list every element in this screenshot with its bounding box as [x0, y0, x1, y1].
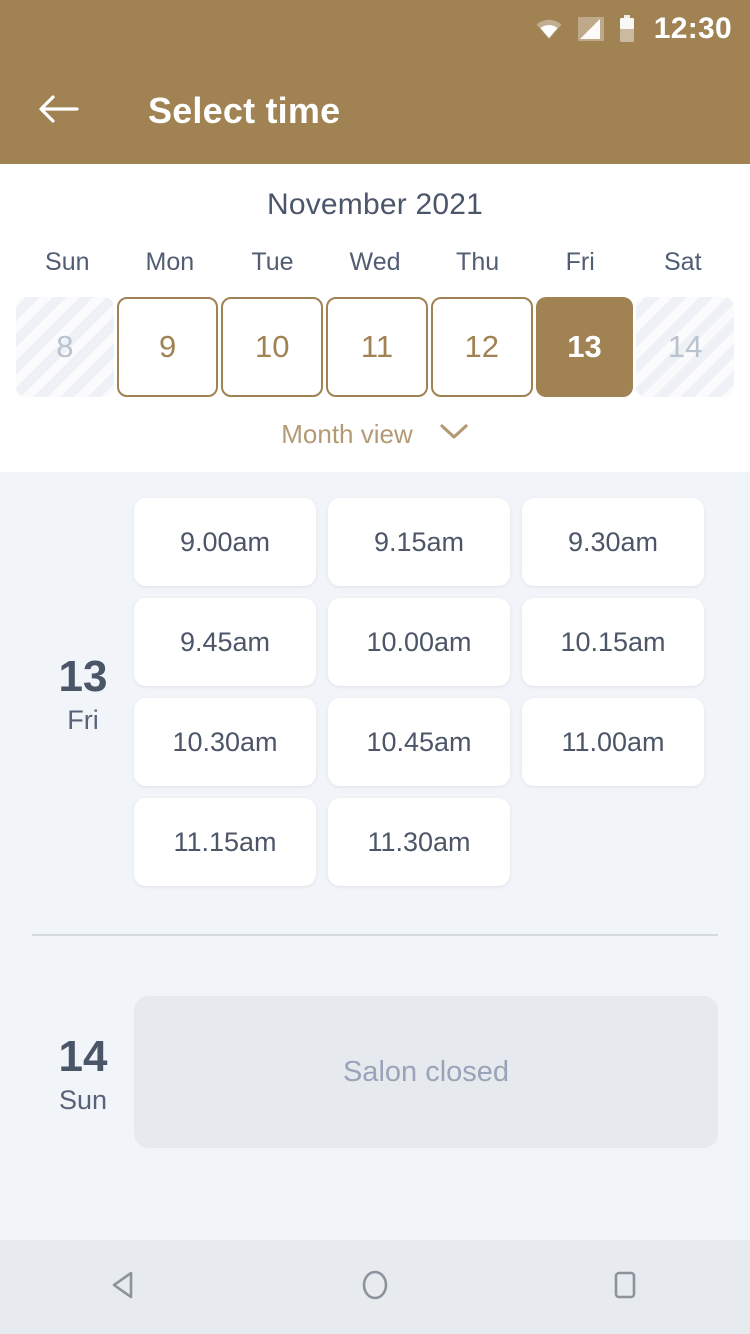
- weekday-label-mon: Mon: [145, 248, 195, 276]
- time-slot[interactable]: 10.15am: [522, 598, 704, 686]
- schedule-day-weekday: Fri: [67, 704, 99, 735]
- calendar-day-13[interactable]: 13: [535, 297, 634, 397]
- schedule-day-number: 13: [58, 652, 108, 702]
- time-slot[interactable]: 10.30am: [134, 698, 316, 786]
- weekday-label-tue: Tue: [251, 248, 294, 276]
- time-slot[interactable]: 9.30am: [522, 498, 704, 586]
- time-slot[interactable]: 9.45am: [134, 598, 316, 686]
- status-bar-clock: 12:30: [653, 12, 732, 45]
- schedule-day-label-13: 13 Fri: [32, 498, 134, 886]
- calendar-day-12[interactable]: 12: [430, 297, 533, 397]
- wifi-icon: [534, 17, 564, 41]
- month-view-toggle[interactable]: Month view: [0, 419, 750, 450]
- nav-home-button[interactable]: [327, 1240, 423, 1334]
- phone-screen: 12:30 Select time November 2021 Sun Mon …: [0, 0, 750, 1334]
- battery-icon: [618, 15, 636, 43]
- weekday-label-fri: Fri: [565, 248, 595, 276]
- weekday-label-thu: Thu: [456, 248, 500, 276]
- calendar-day-9[interactable]: 9: [116, 297, 219, 397]
- time-slot[interactable]: 9.15am: [328, 498, 510, 586]
- chevron-down-icon: [439, 423, 469, 446]
- month-view-label: Month view: [281, 419, 413, 449]
- time-slot[interactable]: 10.45am: [328, 698, 510, 786]
- time-slot[interactable]: 11.15am: [134, 798, 316, 886]
- back-triangle-icon: [106, 1266, 144, 1309]
- time-slot[interactable]: 11.00am: [522, 698, 704, 786]
- schedule-group-13: 13 Fri 9.00am 9.15am 9.30am 9.45am 10.00…: [0, 498, 750, 886]
- recents-square-icon: [606, 1266, 644, 1309]
- home-circle-icon: [356, 1266, 394, 1309]
- weekday-label-wed: Wed: [349, 248, 401, 276]
- schedule-list: 13 Fri 9.00am 9.15am 9.30am 9.45am 10.00…: [0, 472, 750, 1240]
- nav-back-button[interactable]: [77, 1240, 173, 1334]
- weekday-label-sat: Sat: [663, 248, 702, 276]
- salon-closed-card: Salon closed: [134, 996, 718, 1148]
- weekday-label-sun: Sun: [45, 248, 90, 276]
- schedule-day-number: 14: [58, 1032, 108, 1082]
- calendar-day-10[interactable]: 10: [221, 297, 324, 397]
- calendar-day-8: 8: [16, 297, 114, 397]
- page-title: Select time: [148, 90, 341, 131]
- calendar-day-row: 8 9 10 11 12 13 14: [0, 297, 750, 397]
- calendar-panel: November 2021 Sun Mon Tue Wed Thu Fri Sa…: [0, 164, 750, 472]
- schedule-day-weekday: Sun: [58, 1084, 108, 1115]
- schedule-group-14: 14 Sun Salon closed: [0, 996, 750, 1148]
- calendar-day-14: 14: [636, 297, 735, 397]
- back-arrow-icon: [38, 92, 80, 131]
- calendar-day-11[interactable]: 11: [326, 297, 428, 397]
- cellular-signal-icon: [577, 17, 604, 41]
- calendar-weekday-row: Sun Mon Tue Wed Thu Fri Sat: [0, 248, 750, 277]
- status-bar: 12:30: [0, 0, 750, 58]
- time-slot[interactable]: 11.30am: [328, 798, 510, 886]
- schedule-divider: [32, 934, 718, 936]
- schedule-day-label-14: 14 Sun: [32, 996, 134, 1148]
- time-slot[interactable]: 9.00am: [134, 498, 316, 586]
- android-nav-bar: [0, 1240, 750, 1334]
- time-slot[interactable]: 10.00am: [328, 598, 510, 686]
- calendar-month-title: November 2021: [266, 188, 484, 221]
- app-bar: Select time: [0, 58, 750, 164]
- nav-recents-button[interactable]: [577, 1240, 673, 1334]
- time-slot-grid: 9.00am 9.15am 9.30am 9.45am 10.00am 10.1…: [134, 498, 718, 886]
- back-button[interactable]: [32, 84, 86, 138]
